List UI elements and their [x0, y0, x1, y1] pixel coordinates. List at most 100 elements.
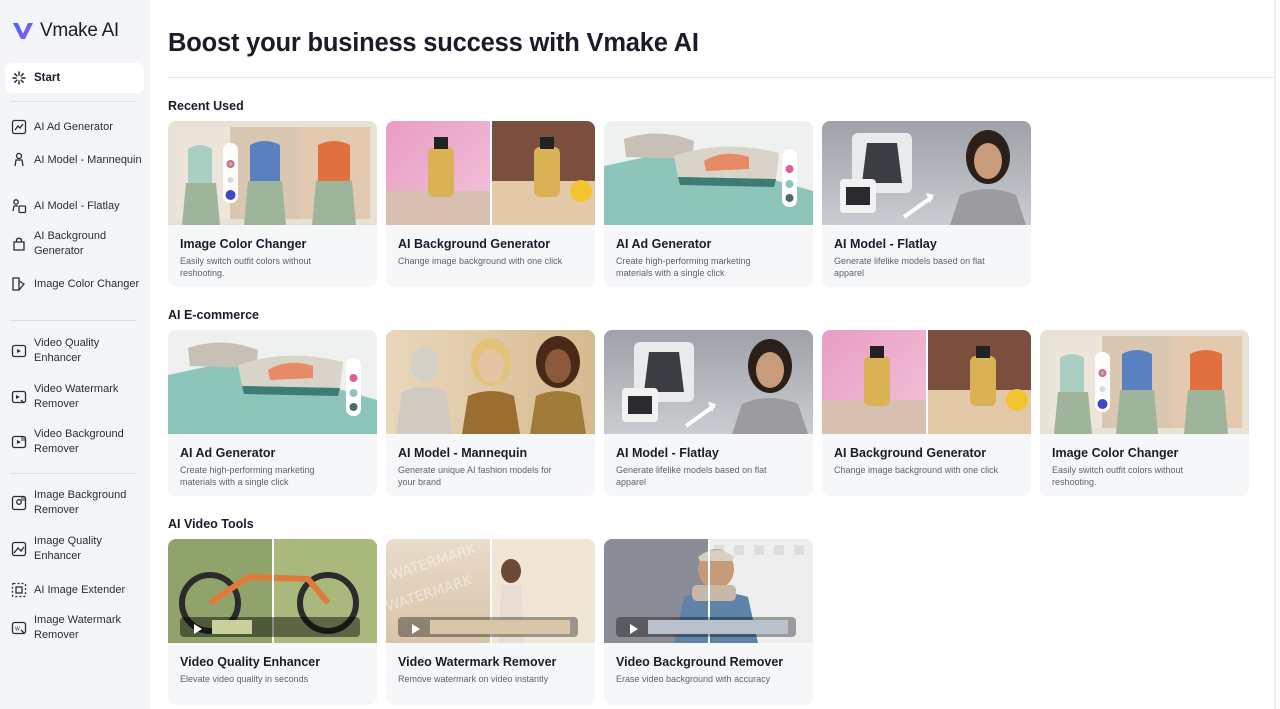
tool-card-video-quality-enhancer[interactable]: Video Quality Enhancer Elevate video qua…	[168, 539, 377, 705]
play-icon[interactable]	[630, 624, 638, 634]
sidebar-item-video-quality-enhancer[interactable]: Video Quality Enhancer	[10, 336, 144, 366]
card-title: AI Ad Generator	[180, 446, 276, 460]
image-watermark-icon: W	[10, 619, 28, 637]
color-changer-thumbnail	[168, 121, 377, 225]
card-description: Elevate video quality in seconds	[180, 674, 309, 684]
flatlay-icon	[10, 197, 28, 215]
flatlay-thumbnail	[604, 330, 813, 434]
sidebar-item-image-watermark-remover[interactable]: W Image Watermark Remover	[10, 613, 144, 643]
sidebar-item-ai-background-generator[interactable]: AI Background Generator	[10, 229, 144, 259]
card-title: AI Model - Mannequin	[398, 446, 528, 460]
card-description: Easily switch outfit colors without resh…	[1052, 465, 1184, 487]
sidebar-item-label: Image Watermark Remover	[34, 614, 122, 641]
card-description: Create high-performing marketing materia…	[616, 256, 751, 278]
mannequin-thumbnail	[386, 330, 595, 434]
card-description: Create high-performing marketing materia…	[180, 465, 315, 487]
sidebar-item-label: AI Background Generator	[34, 230, 107, 257]
section-title-recent-used: Recent Used	[168, 99, 244, 113]
mannequin-icon	[10, 151, 28, 169]
ad-generator-icon	[10, 118, 28, 136]
background-generator-thumbnail	[386, 121, 595, 225]
sidebar-item-label: Image Background Remover	[34, 489, 127, 516]
card-title: Video Quality Enhancer	[180, 655, 321, 669]
card-description: Erase video background with accuracy	[616, 674, 771, 684]
sidebar-item-label: Video Quality Enhancer	[34, 337, 100, 364]
sidebar-item-ai-image-extender[interactable]: AI Image Extender	[10, 581, 144, 599]
card-title: Image Color Changer	[180, 237, 307, 251]
image-background-icon	[10, 494, 28, 512]
play-icon[interactable]	[412, 624, 420, 634]
tool-card-video-watermark-remover[interactable]: WATERMARK WATERMARK Video Watermark Remo…	[386, 539, 595, 705]
video-watermark-icon	[10, 388, 28, 406]
tool-card-ai-model-mannequin[interactable]: AI Model - Mannequin Generate unique AI …	[386, 330, 595, 496]
card-description: Change image background with one click	[398, 256, 563, 266]
section-title-ai-e-commerce: AI E-commerce	[168, 308, 260, 322]
sidebar-item-label: AI Model - Flatlay	[34, 199, 120, 212]
background-generator-icon	[10, 235, 28, 253]
start-spinner-icon	[12, 71, 26, 85]
card-description: Change image background with one click	[834, 465, 999, 475]
flatlay-thumbnail	[822, 121, 1031, 225]
title-divider	[168, 77, 1275, 78]
sidebar-item-label: Image Color Changer	[34, 277, 140, 290]
sidebar-divider	[10, 473, 137, 474]
tool-card-ai-background-generator[interactable]: AI Background Generator Change image bac…	[386, 121, 595, 287]
ad-generator-thumbnail	[604, 121, 813, 225]
card-description: Easily switch outfit colors without resh…	[180, 256, 312, 278]
sidebar-item-ai-model-mannequin[interactable]: AI Model - Mannequin	[10, 151, 144, 169]
sidebar-item-label: Start	[34, 72, 61, 84]
video-background-icon	[10, 433, 28, 451]
sidebar-item-label: AI Ad Generator	[34, 120, 113, 133]
tool-card-ai-ad-generator[interactable]: AI Ad Generator Create high-performing m…	[604, 121, 813, 287]
card-title: AI Model - Flatlay	[616, 446, 719, 460]
card-description: Generate lifelike models based on flat a…	[616, 465, 767, 487]
sidebar: Vmake AI Start AI Ad Generator AI Model …	[0, 0, 150, 709]
section-title-ai-video-tools: AI Video Tools	[168, 517, 254, 531]
card-title: Video Watermark Remover	[398, 655, 557, 669]
sidebar-item-video-background-remover[interactable]: Video Background Remover	[10, 427, 144, 457]
sidebar-item-ai-model-flatlay[interactable]: AI Model - Flatlay	[10, 197, 144, 215]
tool-card-image-color-changer[interactable]: Image Color Changer Easily switch outfit…	[168, 121, 377, 287]
background-generator-thumbnail	[822, 330, 1031, 434]
card-title: Image Color Changer	[1052, 446, 1179, 460]
svg-text:W: W	[15, 627, 20, 633]
play-icon[interactable]	[194, 624, 202, 634]
card-description: Remove watermark on video instantly	[398, 674, 549, 684]
sidebar-item-video-watermark-remover[interactable]: Video Watermark Remover	[10, 382, 144, 412]
color-changer-icon	[10, 275, 28, 293]
tool-card-ai-background-generator[interactable]: AI Background Generator Change image bac…	[822, 330, 1031, 496]
sidebar-item-label: Image Quality Enhancer	[34, 535, 102, 562]
card-title: AI Background Generator	[398, 237, 551, 251]
sidebar-item-label: AI Model - Mannequin	[34, 153, 142, 166]
tool-card-ai-model-flatlay[interactable]: AI Model - Flatlay Generate lifelike mod…	[604, 330, 813, 496]
tool-card-ai-ad-generator[interactable]: AI Ad Generator Create high-performing m…	[168, 330, 377, 496]
sidebar-divider	[10, 101, 137, 102]
tool-card-image-color-changer[interactable]: Image Color Changer Easily switch outfit…	[1040, 330, 1249, 496]
sidebar-item-start[interactable]: Start	[5, 63, 144, 93]
tool-card-video-background-remover[interactable]: Video Background Remover Erase video bac…	[604, 539, 813, 705]
tool-card-ai-model-flatlay[interactable]: AI Model - Flatlay Generate lifelike mod…	[822, 121, 1031, 287]
video-enhancer-icon	[10, 342, 28, 360]
sidebar-item-ai-ad-generator[interactable]: AI Ad Generator	[10, 118, 144, 136]
image-enhancer-icon	[10, 540, 28, 558]
app-name: Vmake AI	[40, 20, 119, 41]
color-changer-thumbnail	[1040, 330, 1249, 434]
page-title: Boost your business success with Vmake A…	[168, 29, 699, 57]
image-extender-icon	[10, 581, 28, 599]
sidebar-divider	[10, 320, 137, 321]
app-logo[interactable]: Vmake AI	[12, 20, 119, 42]
sidebar-item-image-background-remover[interactable]: Image Background Remover	[10, 488, 144, 518]
card-title: AI Background Generator	[834, 446, 987, 460]
sidebar-item-label: Video Background Remover	[34, 428, 124, 455]
ad-generator-thumbnail	[168, 330, 377, 434]
card-description: Generate lifelike models based on flat a…	[834, 256, 985, 278]
card-title: AI Ad Generator	[616, 237, 712, 251]
sidebar-item-image-color-changer[interactable]: Image Color Changer	[10, 275, 144, 293]
sidebar-item-image-quality-enhancer[interactable]: Image Quality Enhancer	[10, 534, 144, 564]
card-description: Generate unique AI fashion models for yo…	[398, 465, 552, 487]
card-title: AI Model - Flatlay	[834, 237, 937, 251]
page-edge	[1274, 0, 1276, 709]
card-title: Video Background Remover	[616, 655, 784, 669]
sidebar-item-label: AI Image Extender	[34, 583, 126, 596]
sidebar-item-label: Video Watermark Remover	[34, 383, 119, 410]
